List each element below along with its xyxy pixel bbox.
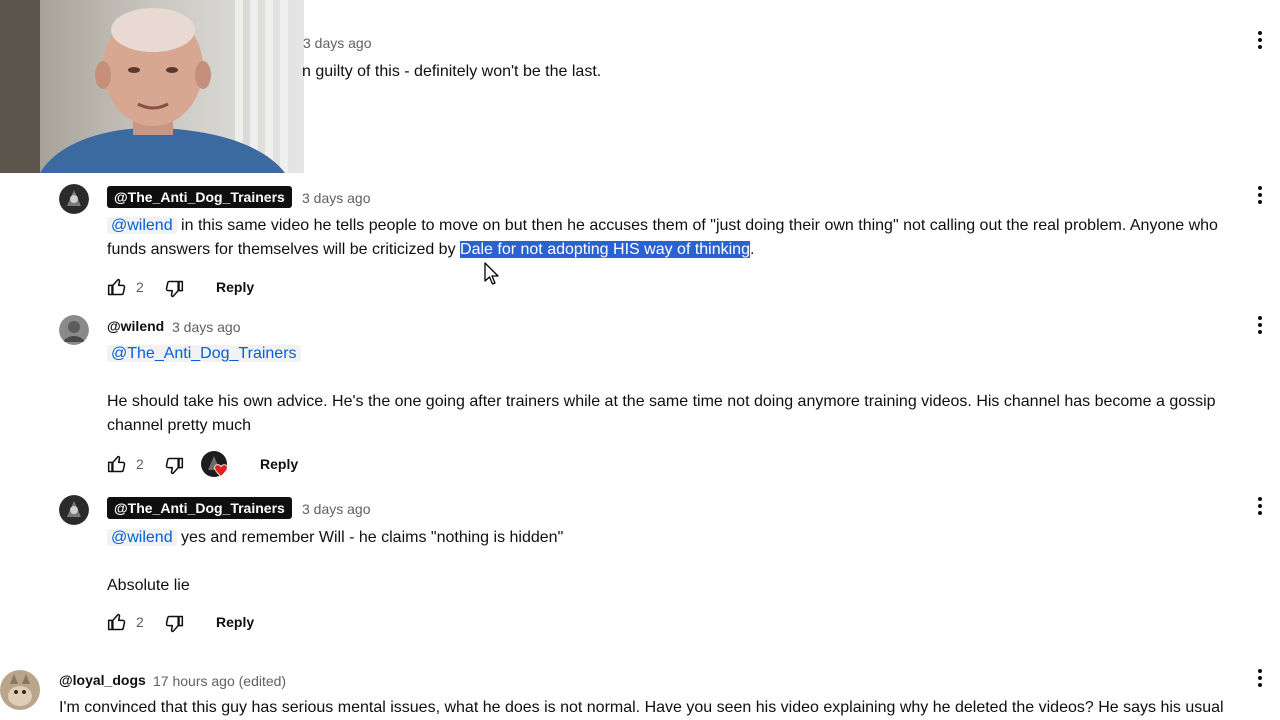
thumb-up-icon[interactable]: [107, 454, 127, 474]
reply-button[interactable]: Reply: [216, 614, 254, 630]
more-vert-icon[interactable]: [1250, 30, 1270, 50]
comment-text-segment: .: [749, 241, 755, 258]
cursor-icon: [484, 262, 500, 291]
comment-text-line: funds answers for themselves will be cri…: [107, 238, 754, 262]
avatar[interactable]: [0, 670, 40, 710]
more-vert-icon[interactable]: [1250, 496, 1270, 516]
comment-author-handle[interactable]: @wilend: [107, 318, 164, 334]
thumb-down-icon[interactable]: [164, 456, 184, 476]
comment-author-handle[interactable]: @loyal_dogs: [59, 672, 146, 688]
comment-timestamp[interactable]: 3 days ago: [303, 35, 372, 51]
comment-text-segment: yes and remember Will - he claims "nothi…: [176, 529, 564, 546]
like-count: 2: [136, 614, 144, 630]
mention-link[interactable]: @wilend: [107, 217, 177, 234]
more-vert-icon[interactable]: [1250, 315, 1270, 335]
comment-text-line: channel pretty much: [107, 417, 252, 434]
thumb-up-icon[interactable]: [107, 612, 127, 632]
mention-link[interactable]: @wilend: [107, 529, 177, 546]
comment-text-line: @wilend in this same video he tells peop…: [107, 214, 1218, 238]
comment-timestamp[interactable]: 3 days ago: [172, 319, 241, 335]
comment-timestamp[interactable]: 3 days ago: [302, 190, 371, 206]
reply-button[interactable]: Reply: [216, 279, 254, 295]
thumb-down-icon[interactable]: [164, 614, 184, 634]
comment-author-handle[interactable]: @The_Anti_Dog_Trainers: [107, 497, 292, 519]
thumb-up-icon[interactable]: [107, 277, 127, 297]
reply-button[interactable]: Reply: [260, 456, 298, 472]
like-count: 2: [136, 456, 144, 472]
comment-text: n guilty of this - definitely won't be t…: [302, 63, 602, 80]
comment-timestamp[interactable]: 17 hours ago (edited): [153, 673, 286, 689]
comment-text-line: He should take his own advice. He's the …: [107, 393, 1216, 410]
comment-timestamp[interactable]: 3 days ago: [302, 501, 371, 517]
more-vert-icon[interactable]: [1250, 185, 1270, 205]
like-count: 2: [136, 279, 144, 295]
comment-text-segment: funds answers for themselves will be cri…: [107, 241, 461, 258]
webcam-overlay: [0, 0, 304, 173]
more-vert-icon[interactable]: [1250, 668, 1270, 688]
comment-text-segment: in this same video he tells people to mo…: [176, 217, 1218, 234]
thumb-down-icon[interactable]: [164, 279, 184, 299]
selected-text: Dale for not adopting HIS way of thinkin…: [460, 241, 750, 258]
webcam-person-image: [0, 0, 304, 173]
mention-link[interactable]: @The_Anti_Dog_Trainers: [107, 345, 301, 362]
comment-text-line: @The_Anti_Dog_Trainers: [107, 342, 301, 366]
comment-text-line: @wilend yes and remember Will - he claim…: [107, 526, 563, 550]
heart-icon: [214, 464, 228, 477]
avatar[interactable]: [59, 315, 89, 345]
comment-text-line: I'm convinced that this guy has serious …: [59, 699, 1224, 716]
comment-author-handle[interactable]: @The_Anti_Dog_Trainers: [107, 186, 292, 208]
comment-text-line: Absolute lie: [107, 577, 190, 594]
creator-heart-badge: [200, 450, 228, 478]
avatar[interactable]: [59, 184, 89, 214]
avatar[interactable]: [59, 495, 89, 525]
